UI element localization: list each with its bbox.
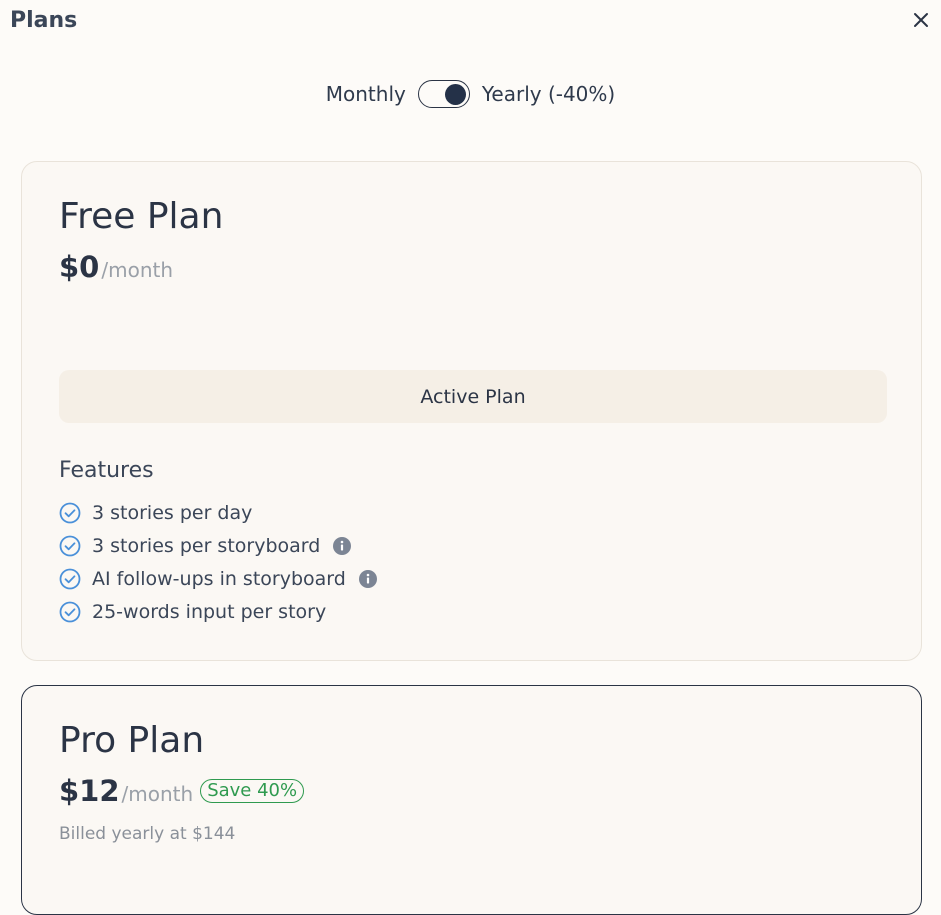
plan-name: Pro Plan	[59, 720, 205, 761]
feature-text: 3 stories per day	[92, 501, 253, 524]
yearly-label[interactable]: Yearly (-40%)	[470, 82, 627, 106]
feature-item: 3 stories per storyboard	[59, 529, 378, 562]
features-heading: Features	[59, 458, 154, 483]
price-period: /month	[101, 258, 174, 282]
close-icon	[914, 13, 928, 27]
check-circle-icon	[59, 601, 81, 623]
feature-item: AI follow-ups in storyboard	[59, 562, 378, 595]
free-plan-card: Free Plan $0 /month Active Plan Features…	[21, 161, 922, 661]
info-icon[interactable]	[332, 536, 352, 556]
feature-item: 3 stories per day	[59, 496, 378, 529]
close-button[interactable]	[909, 8, 933, 32]
billed-note: Billed yearly at $144	[59, 824, 236, 844]
plan-price: $12	[59, 774, 120, 808]
feature-text: 3 stories per storyboard	[92, 534, 321, 557]
monthly-label[interactable]: Monthly	[314, 82, 418, 106]
pro-plan-card[interactable]: Pro Plan $12 /month Save 40% Billed year…	[21, 685, 922, 915]
price-row: $0 /month	[59, 250, 173, 284]
save-badge: Save 40%	[200, 779, 305, 803]
billing-switch[interactable]	[417, 80, 470, 108]
check-circle-icon	[59, 502, 81, 524]
feature-text: 25-words input per story	[92, 600, 327, 623]
feature-text: AI follow-ups in storyboard	[92, 567, 346, 590]
feature-item: 25-words input per story	[59, 595, 378, 628]
check-circle-icon	[59, 535, 81, 557]
info-icon[interactable]	[358, 569, 378, 589]
feature-list: 3 stories per day 3 stories per storyboa…	[59, 496, 378, 628]
plan-price: $0	[59, 250, 100, 284]
switch-knob	[444, 83, 466, 105]
plan-name: Free Plan	[59, 196, 224, 237]
billing-toggle: Monthly Yearly (-40%)	[0, 80, 941, 108]
active-plan-button[interactable]: Active Plan	[59, 370, 887, 423]
price-row: $12 /month Save 40%	[59, 774, 305, 808]
check-circle-icon	[59, 568, 81, 590]
price-period: /month	[121, 782, 194, 806]
page-title: Plans	[10, 8, 78, 33]
